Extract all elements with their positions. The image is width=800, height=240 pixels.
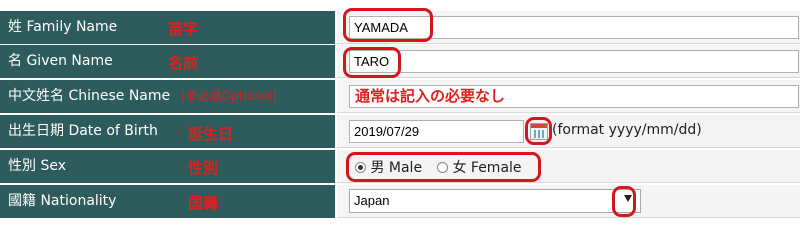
family-name-input[interactable]	[349, 16, 799, 39]
female-label: 女 Female	[452, 160, 522, 176]
chinese-name-label: 中文姓名 Chinese Name (非必填Optional)	[0, 80, 335, 113]
date-of-birth-cell: (format yyyy/mm/dd)	[337, 115, 800, 148]
nationality-row: 國籍 Nationality 国籍 Japan	[0, 185, 800, 218]
given-name-input[interactable]	[349, 50, 799, 73]
visa-application-form: 姓 Family Name 苗字 名 Given Name 名前 中文姓名 Ch…	[0, 0, 800, 223]
calendar-icon[interactable]	[530, 123, 548, 140]
chinese-name-annotation: 通常は記入の必要なし	[355, 87, 506, 105]
chinese-name-row: 中文姓名 Chinese Name (非必填Optional) 通常は記入の必要…	[0, 80, 800, 113]
chinese-name-label-text: 中文姓名 Chinese Name	[8, 88, 171, 104]
sex-row: 性別 Sex 性別 男 Male 女 Female	[0, 150, 800, 183]
nationality-selected-value: Japan	[354, 193, 390, 208]
date-format-hint: (format yyyy/mm/dd)	[552, 122, 702, 138]
date-of-birth-label: 出生日期 Date of Birth 誕生日	[0, 115, 335, 148]
chinese-name-cell: 通常は記入の必要なし	[337, 80, 800, 113]
given-name-cell	[337, 45, 800, 78]
nationality-annotation: 国籍	[188, 194, 219, 212]
sex-option-female[interactable]: 女 Female	[437, 157, 522, 177]
nationality-cell: Japan	[337, 185, 800, 218]
chevron-down-icon[interactable]	[624, 195, 632, 202]
female-radio[interactable]	[437, 162, 448, 173]
date-of-birth-input[interactable]	[349, 120, 524, 143]
date-of-birth-row: 出生日期 Date of Birth 誕生日 (format yyyy/mm/d…	[0, 115, 800, 148]
given-name-label-text: 名 Given Name	[8, 53, 113, 69]
sex-cell: 男 Male 女 Female	[337, 150, 800, 183]
date-of-birth-label-text: 出生日期 Date of Birth	[8, 123, 158, 139]
family-name-label-text: 姓 Family Name	[8, 19, 118, 35]
sex-annotation: 性別	[188, 159, 219, 177]
sex-label-text: 性別 Sex	[8, 158, 66, 174]
given-name-row: 名 Given Name 名前	[0, 45, 800, 78]
nationality-select[interactable]: Japan	[349, 189, 641, 213]
given-name-label: 名 Given Name 名前	[0, 45, 335, 78]
male-label: 男 Male	[370, 160, 423, 176]
sex-label: 性別 Sex 性別	[0, 150, 335, 183]
chinese-name-optional-note: (非必填Optional)	[181, 89, 278, 103]
sex-option-male[interactable]: 男 Male	[355, 157, 422, 177]
date-of-birth-annotation: 誕生日	[188, 125, 234, 143]
family-name-label: 姓 Family Name 苗字	[0, 11, 335, 44]
nationality-label: 國籍 Nationality 国籍	[0, 185, 335, 218]
male-radio[interactable]	[355, 162, 366, 173]
given-name-annotation: 名前	[168, 54, 199, 72]
family-name-row: 姓 Family Name 苗字	[0, 8, 800, 44]
family-name-annotation: 苗字	[168, 20, 199, 38]
nationality-label-text: 國籍 Nationality	[8, 193, 117, 209]
family-name-cell	[337, 11, 800, 44]
